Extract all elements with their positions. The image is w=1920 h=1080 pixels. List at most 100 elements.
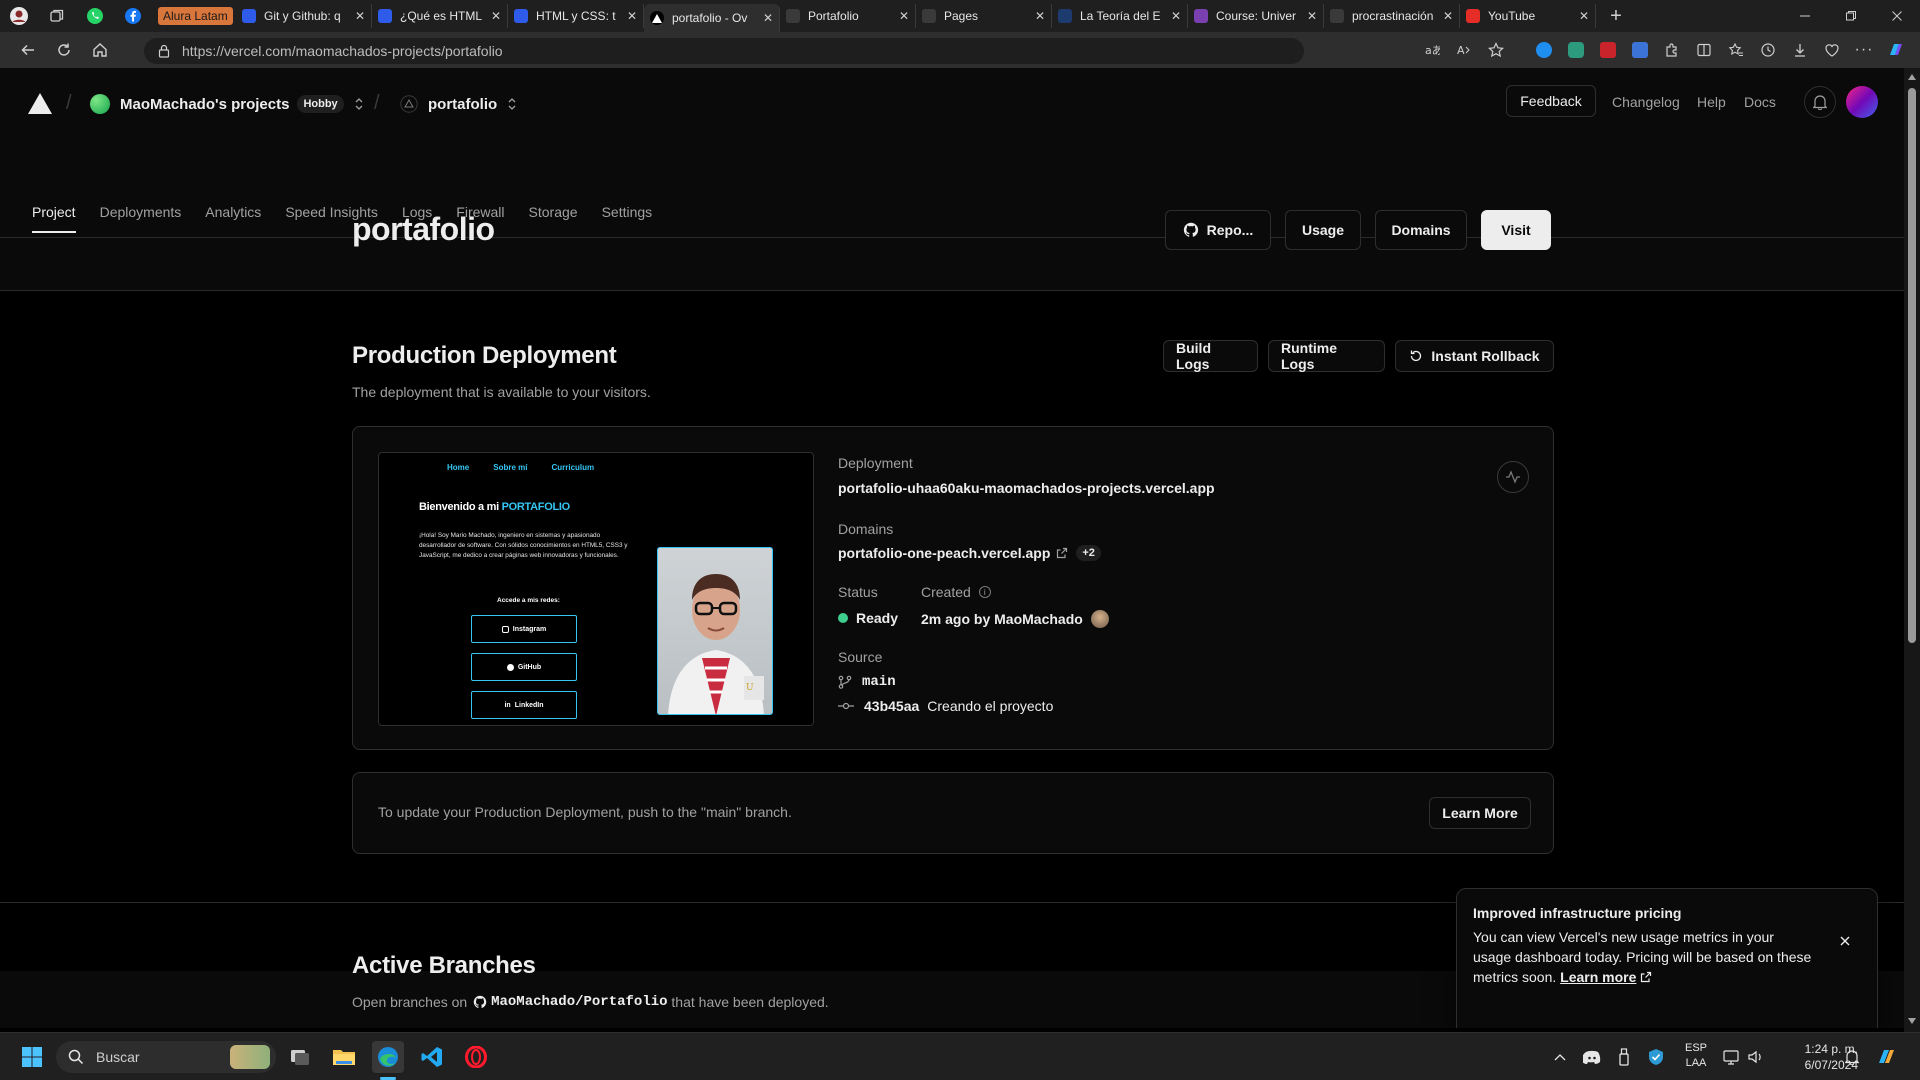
instant-rollback-button[interactable]: Instant Rollback: [1395, 340, 1554, 372]
browser-tab[interactable]: Portafolio ✕: [780, 4, 916, 28]
defender-tray-icon[interactable]: [1640, 1041, 1672, 1073]
close-tab-icon[interactable]: ✕: [1035, 9, 1045, 23]
deployment-preview[interactable]: Home Sobre mí Curriculum Bienvenido a mi…: [378, 452, 814, 726]
page-scrollbar[interactable]: [1904, 68, 1920, 1032]
usage-button[interactable]: Usage: [1285, 210, 1361, 250]
tab-deployments[interactable]: Deployments: [88, 192, 194, 232]
discord-tray-icon[interactable]: [1576, 1041, 1608, 1073]
browser-tab[interactable]: procrastinación ✕: [1324, 4, 1460, 28]
downloads-icon[interactable]: [1784, 34, 1816, 66]
runtime-logs-button[interactable]: Runtime Logs: [1268, 340, 1385, 372]
extension-chatgpt-icon[interactable]: [1560, 34, 1592, 66]
vercel-logo-icon[interactable]: [28, 93, 52, 114]
tab-analytics[interactable]: Analytics: [193, 192, 273, 232]
close-tab-icon[interactable]: ✕: [1443, 9, 1453, 23]
extension-skype-icon[interactable]: [1528, 34, 1560, 66]
domains-button[interactable]: Domains: [1375, 210, 1467, 250]
workspaces-icon[interactable]: [38, 0, 76, 32]
close-tab-icon[interactable]: ✕: [1579, 9, 1589, 23]
file-explorer-icon[interactable]: [328, 1041, 360, 1073]
branch-name[interactable]: main: [862, 674, 896, 690]
browser-tab[interactable]: ¿Qué es HTML ✕: [372, 4, 508, 28]
taskbar-search-box[interactable]: Buscar: [56, 1041, 276, 1073]
docs-link[interactable]: Docs: [1744, 94, 1776, 110]
project-switcher[interactable]: portafolio: [400, 90, 517, 118]
browser-tab[interactable]: La Teoría del E ✕: [1052, 4, 1188, 28]
deployment-url-link[interactable]: portafolio-uhaa60aku-maomachados-project…: [838, 480, 1215, 496]
notifications-bell-icon[interactable]: [1804, 86, 1836, 118]
windows-start-icon[interactable]: [16, 1041, 48, 1073]
external-link-icon[interactable]: [1056, 547, 1068, 559]
notification-bell-icon[interactable]: [1836, 1041, 1868, 1073]
tab-storage[interactable]: Storage: [517, 192, 590, 232]
author-avatar[interactable]: [1090, 610, 1109, 628]
volume-tray-icon[interactable]: [1740, 1041, 1772, 1073]
close-tab-icon[interactable]: ✕: [627, 9, 637, 23]
feedback-button[interactable]: Feedback: [1506, 85, 1596, 117]
whatsapp-pinned-icon[interactable]: [76, 0, 114, 32]
minimize-window-button[interactable]: [1782, 0, 1828, 32]
close-window-button[interactable]: [1874, 0, 1920, 32]
history-icon[interactable]: [1752, 34, 1784, 66]
read-aloud-icon[interactable]: aあ: [1416, 34, 1448, 66]
tab-group-label[interactable]: Alura Latam: [158, 7, 233, 25]
team-switcher[interactable]: MaoMachado's projects Hobby: [90, 90, 364, 118]
browser-tab[interactable]: HTML y CSS: t ✕: [508, 4, 644, 28]
extensions-puzzle-icon[interactable]: [1656, 34, 1688, 66]
repo-name-link[interactable]: MaoMachado/Portafolio: [491, 994, 667, 1010]
more-domains-badge[interactable]: +2: [1076, 545, 1101, 561]
vscode-icon[interactable]: [416, 1041, 448, 1073]
learn-more-button[interactable]: Learn More: [1429, 797, 1531, 829]
help-link[interactable]: Help: [1697, 94, 1726, 110]
domain-link[interactable]: portafolio-one-peach.vercel.app: [838, 545, 1050, 561]
toast-learn-more-link[interactable]: Learn more: [1560, 969, 1636, 985]
opera-icon[interactable]: [460, 1041, 492, 1073]
favorite-star-icon[interactable]: [1480, 34, 1512, 66]
activity-icon[interactable]: [1497, 461, 1529, 493]
refresh-button[interactable]: [46, 34, 82, 66]
profile-avatar-icon[interactable]: [0, 0, 38, 32]
copilot-icon[interactable]: [1880, 34, 1912, 66]
copilot-taskbar-icon[interactable]: [1870, 1041, 1902, 1073]
browser-tab[interactable]: YouTube ✕: [1460, 4, 1596, 28]
close-tab-icon[interactable]: ✕: [491, 9, 501, 23]
immersive-reader-icon[interactable]: A: [1448, 34, 1480, 66]
browser-tab[interactable]: Course: Univer ✕: [1188, 4, 1324, 28]
back-button[interactable]: [10, 34, 46, 66]
extension-translate-icon[interactable]: [1624, 34, 1656, 66]
favorites-icon[interactable]: [1720, 34, 1752, 66]
close-tab-icon[interactable]: ✕: [1307, 9, 1317, 23]
browser-essentials-icon[interactable]: [1816, 34, 1848, 66]
task-view-icon[interactable]: [284, 1041, 316, 1073]
address-bar[interactable]: https://vercel.com/maomachados-projects/…: [144, 38, 1304, 64]
browser-tab[interactable]: Alura Latam: [156, 4, 236, 28]
info-icon[interactable]: i: [978, 586, 991, 598]
scrollbar-down-arrow[interactable]: [1908, 1018, 1916, 1024]
show-hidden-icons-chevron[interactable]: [1544, 1041, 1576, 1073]
restore-window-button[interactable]: [1828, 0, 1874, 32]
facebook-pinned-icon[interactable]: [114, 0, 152, 32]
close-tab-icon[interactable]: ✕: [1171, 9, 1181, 23]
changelog-link[interactable]: Changelog: [1612, 94, 1680, 110]
repo-button[interactable]: Repo...: [1165, 210, 1271, 250]
home-button[interactable]: [82, 34, 118, 66]
more-options-icon[interactable]: ···: [1848, 34, 1880, 66]
browser-tab[interactable]: Git y Github: q ✕: [236, 4, 372, 28]
close-tab-icon[interactable]: ✕: [355, 9, 365, 23]
close-tab-icon[interactable]: ✕: [899, 9, 909, 23]
commit-hash[interactable]: 43b45aa: [864, 698, 919, 714]
close-tab-icon[interactable]: ✕: [763, 11, 773, 25]
extension-calendar-icon[interactable]: [1592, 34, 1624, 66]
language-indicator[interactable]: ESP LAA: [1680, 1041, 1712, 1071]
split-screen-icon[interactable]: [1688, 34, 1720, 66]
browser-tab[interactable]: Pages ✕: [916, 4, 1052, 28]
scrollbar-thumb[interactable]: [1908, 88, 1916, 643]
edge-browser-icon[interactable]: [372, 1041, 404, 1073]
new-tab-button[interactable]: +: [1596, 0, 1636, 32]
tab-settings[interactable]: Settings: [590, 192, 665, 232]
build-logs-button[interactable]: Build Logs: [1163, 340, 1258, 372]
toast-close-icon[interactable]: [1839, 935, 1851, 947]
browser-tab[interactable]: portafolio - Ov ✕: [644, 4, 780, 32]
tab-project[interactable]: Project: [20, 192, 88, 233]
scrollbar-up-arrow[interactable]: [1908, 74, 1916, 80]
